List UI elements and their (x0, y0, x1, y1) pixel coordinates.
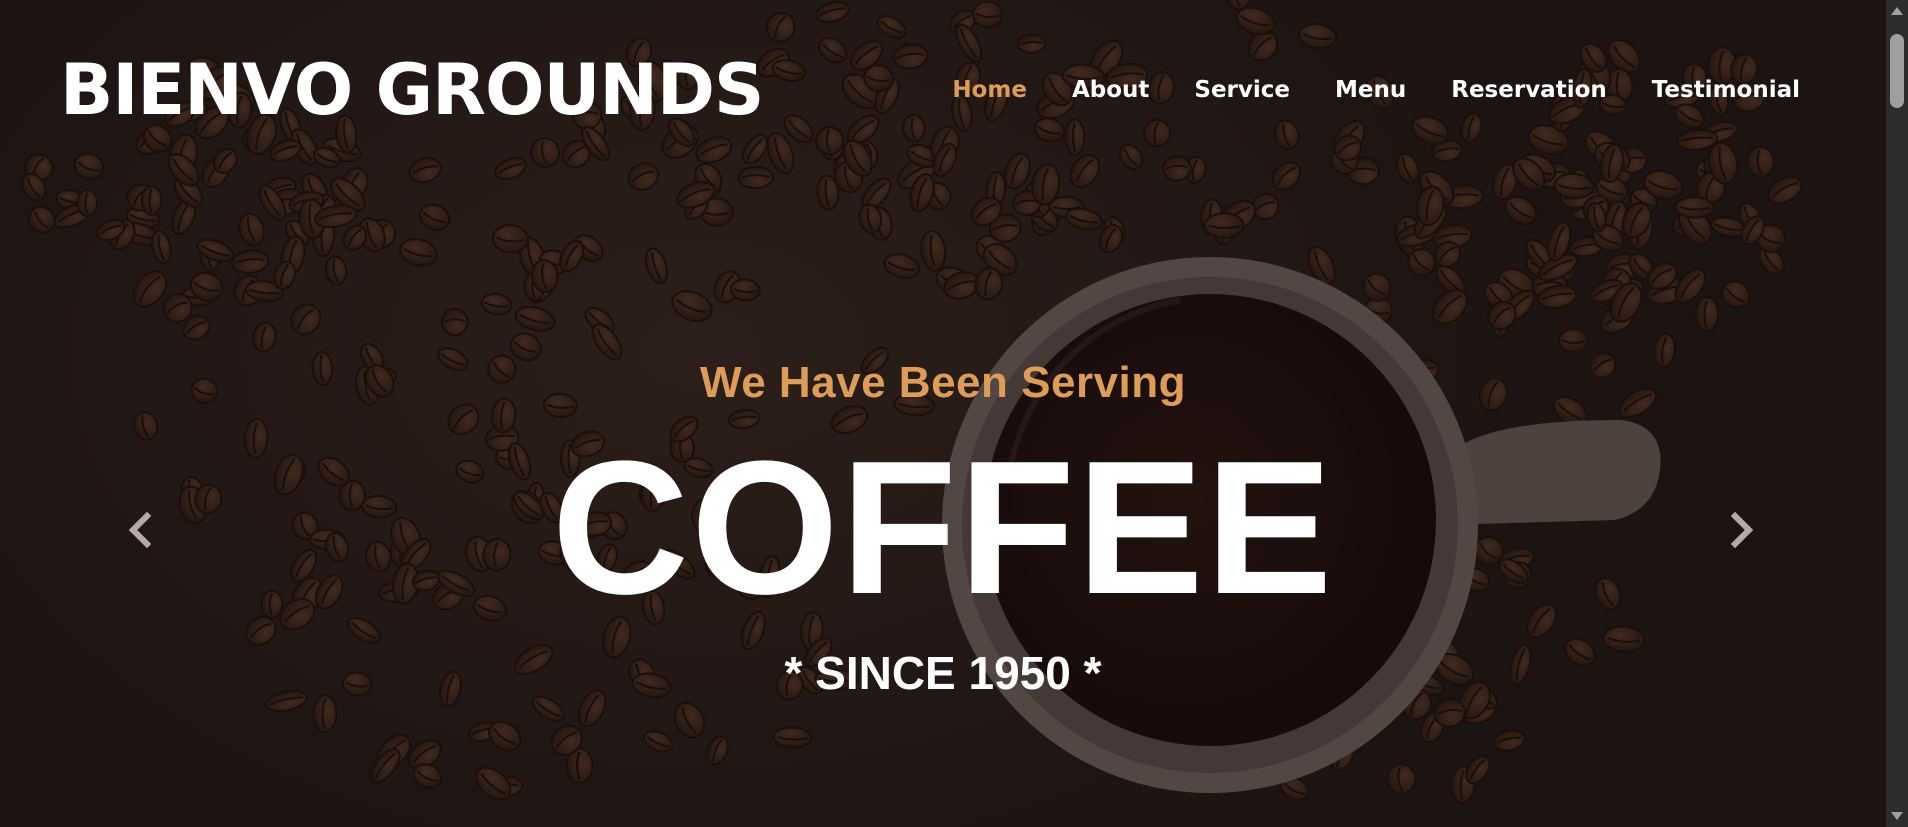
carousel-next-button[interactable] (1722, 510, 1762, 550)
vertical-scrollbar[interactable] (1886, 0, 1908, 827)
chevron-right-icon (1730, 512, 1754, 548)
scrollbar-thumb[interactable] (1890, 34, 1904, 108)
page: BIENVO GROUNDS Home About Service Menu R… (0, 0, 1908, 827)
hero-since: * SINCE 1950 * (784, 647, 1102, 699)
hero-subtitle: We Have Been Serving (699, 358, 1187, 407)
hero-content: We Have Been Serving COFFEE * SINCE 1950… (0, 0, 1886, 827)
scroll-down-arrow-icon[interactable] (1886, 805, 1908, 827)
scroll-up-arrow-icon[interactable] (1886, 0, 1908, 22)
carousel-prev-button[interactable] (120, 510, 160, 550)
chevron-left-icon (128, 512, 152, 548)
hero-title: COFFEE (551, 422, 1335, 634)
